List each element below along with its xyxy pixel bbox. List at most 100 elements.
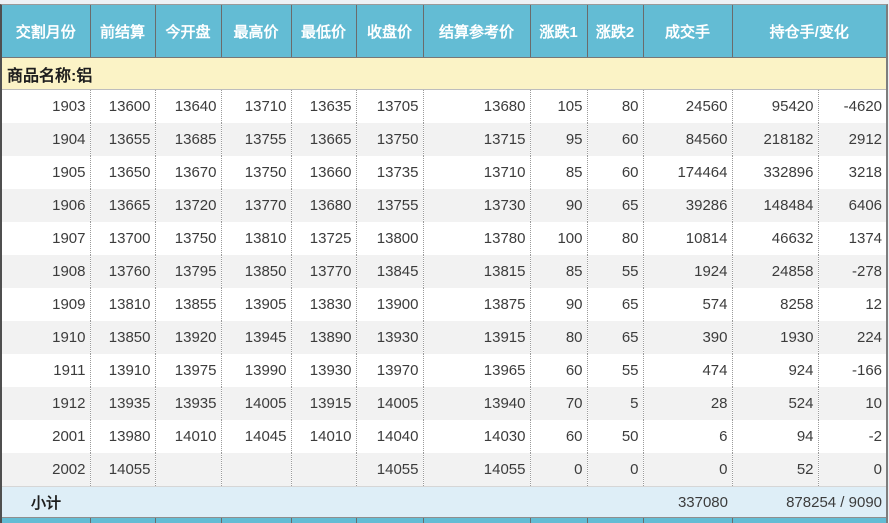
value-cell: 84560 xyxy=(643,123,733,156)
table-row: 1912 13935 13935 14005 13915 14005 13940 70 5 28 5… xyxy=(2,387,887,420)
value-cell: 13990 xyxy=(221,354,292,387)
value-cell: 50 xyxy=(587,420,644,453)
value-cell: 1924 xyxy=(643,255,733,288)
value-cell: 13830 xyxy=(291,288,357,321)
value-cell: 390 xyxy=(643,321,733,354)
col-header-open-interest-change: 持仓手/变化 xyxy=(732,5,887,58)
value-cell: 0 xyxy=(818,453,887,487)
value-cell: 13935 xyxy=(90,387,156,420)
value-cell: 13750 xyxy=(356,123,424,156)
value-cell: 3218 xyxy=(818,156,887,189)
value-cell: 13910 xyxy=(90,354,156,387)
value-cell: -166 xyxy=(818,354,887,387)
value-cell: 13730 xyxy=(423,189,531,222)
value-cell: 13780 xyxy=(423,222,531,255)
value-cell: 95 xyxy=(530,123,588,156)
table-header: 交割月份 前结算 今开盘 最高价 最低价 收盘价 结算参考价 涨跌1 涨跌2 成… xyxy=(2,5,887,58)
value-cell: -4620 xyxy=(818,89,887,123)
value-cell: 13920 xyxy=(155,321,222,354)
value-cell: 13815 xyxy=(423,255,531,288)
value-cell: 13680 xyxy=(423,89,531,123)
futures-quotes-screen: 交割月份 前结算 今开盘 最高价 最低价 收盘价 结算参考价 涨跌1 涨跌2 成… xyxy=(0,0,889,523)
value-cell: 13735 xyxy=(356,156,424,189)
value-cell: 100 xyxy=(530,222,588,255)
value-cell: 13705 xyxy=(356,89,424,123)
col-header-change1: 涨跌1 xyxy=(530,5,588,58)
value-cell: 14040 xyxy=(356,420,424,453)
value-cell: 6406 xyxy=(818,189,887,222)
value-cell: -2 xyxy=(818,420,887,453)
value-cell: 13905 xyxy=(221,288,292,321)
delivery-month-cell: 1907 xyxy=(2,222,91,255)
value-cell: 8258 xyxy=(732,288,819,321)
subtotal-row: 小计 337080 878254 / 9090 xyxy=(2,486,887,518)
value-cell: 14010 xyxy=(155,420,222,453)
value-cell: 13875 xyxy=(423,288,531,321)
col-header-volume: 成交手 xyxy=(643,5,733,58)
table-row: 1906 13665 13720 13770 13680 13755 13730 90 65 39… xyxy=(2,189,887,222)
value-cell: 13660 xyxy=(291,156,357,189)
value-cell: 39286 xyxy=(643,189,733,222)
value-cell: 218182 xyxy=(732,123,819,156)
delivery-month-cell: 1906 xyxy=(2,189,91,222)
value-cell: 13945 xyxy=(221,321,292,354)
value-cell: 13915 xyxy=(291,387,357,420)
table-row: 1909 13810 13855 13905 13830 13900 13875 90 65 57… xyxy=(2,288,887,321)
commodity-group-row: 商品名称:铝 xyxy=(2,57,887,90)
col-header-high: 最高价 xyxy=(221,5,292,58)
delivery-month-cell: 2001 xyxy=(2,420,91,453)
value-cell: 13680 xyxy=(291,189,357,222)
value-cell: 13655 xyxy=(90,123,156,156)
value-cell: 13900 xyxy=(356,288,424,321)
value-cell: 65 xyxy=(587,189,644,222)
table-row: 1911 13910 13975 13990 13930 13970 13965 60 55 47… xyxy=(2,354,887,387)
col-header-prev-settlement: 前结算 xyxy=(90,5,156,58)
delivery-month-cell: 1908 xyxy=(2,255,91,288)
value-cell: 14030 xyxy=(423,420,531,453)
value-cell: 13670 xyxy=(155,156,222,189)
value-cell: 0 xyxy=(530,453,588,487)
value-cell: 13710 xyxy=(221,89,292,123)
value-cell: 332896 xyxy=(732,156,819,189)
delivery-month-cell: 1904 xyxy=(2,123,91,156)
value-cell: 13700 xyxy=(90,222,156,255)
table-row: 1905 13650 13670 13750 13660 13735 13710 85 60 17… xyxy=(2,156,887,189)
value-cell: 13600 xyxy=(90,89,156,123)
next-table-header-strip xyxy=(2,518,886,523)
value-cell: 13665 xyxy=(90,189,156,222)
value-cell: 12 xyxy=(818,288,887,321)
subtotal-open-interest-change: 878254 / 9090 xyxy=(732,486,887,518)
value-cell: 65 xyxy=(587,288,644,321)
futures-quotes-table: 交割月份 前结算 今开盘 最高价 最低价 收盘价 结算参考价 涨跌1 涨跌2 成… xyxy=(2,5,887,518)
value-cell: 13750 xyxy=(155,222,222,255)
value-cell: 13715 xyxy=(423,123,531,156)
value-cell: 13850 xyxy=(90,321,156,354)
value-cell: 24858 xyxy=(732,255,819,288)
value-cell: 13760 xyxy=(90,255,156,288)
delivery-month-cell: 1912 xyxy=(2,387,91,420)
table-row: 2001 13980 14010 14045 14010 14040 14030 60 50 6 9… xyxy=(2,420,887,453)
value-cell: 60 xyxy=(587,123,644,156)
value-cell: 13980 xyxy=(90,420,156,453)
value-cell: 0 xyxy=(643,453,733,487)
value-cell: 13975 xyxy=(155,354,222,387)
delivery-month-cell: 1903 xyxy=(2,89,91,123)
value-cell: 13930 xyxy=(291,354,357,387)
value-cell: 13800 xyxy=(356,222,424,255)
value-cell: 95420 xyxy=(732,89,819,123)
value-cell: 52 xyxy=(732,453,819,487)
value-cell: 14055 xyxy=(90,453,156,487)
value-cell: 85 xyxy=(530,255,588,288)
value-cell: 70 xyxy=(530,387,588,420)
table-row: 1904 13655 13685 13755 13665 13750 13715 95 60 84… xyxy=(2,123,887,156)
value-cell: 13640 xyxy=(155,89,222,123)
value-cell: 13965 xyxy=(423,354,531,387)
commodity-name-label: 商品名称:铝 xyxy=(2,57,887,90)
value-cell: 13650 xyxy=(90,156,156,189)
value-cell: 148484 xyxy=(732,189,819,222)
delivery-month-cell: 1909 xyxy=(2,288,91,321)
value-cell: 13970 xyxy=(356,354,424,387)
table-row: 1907 13700 13750 13810 13725 13800 13780 100 80 1… xyxy=(2,222,887,255)
delivery-month-cell: 1905 xyxy=(2,156,91,189)
col-header-open: 今开盘 xyxy=(155,5,222,58)
